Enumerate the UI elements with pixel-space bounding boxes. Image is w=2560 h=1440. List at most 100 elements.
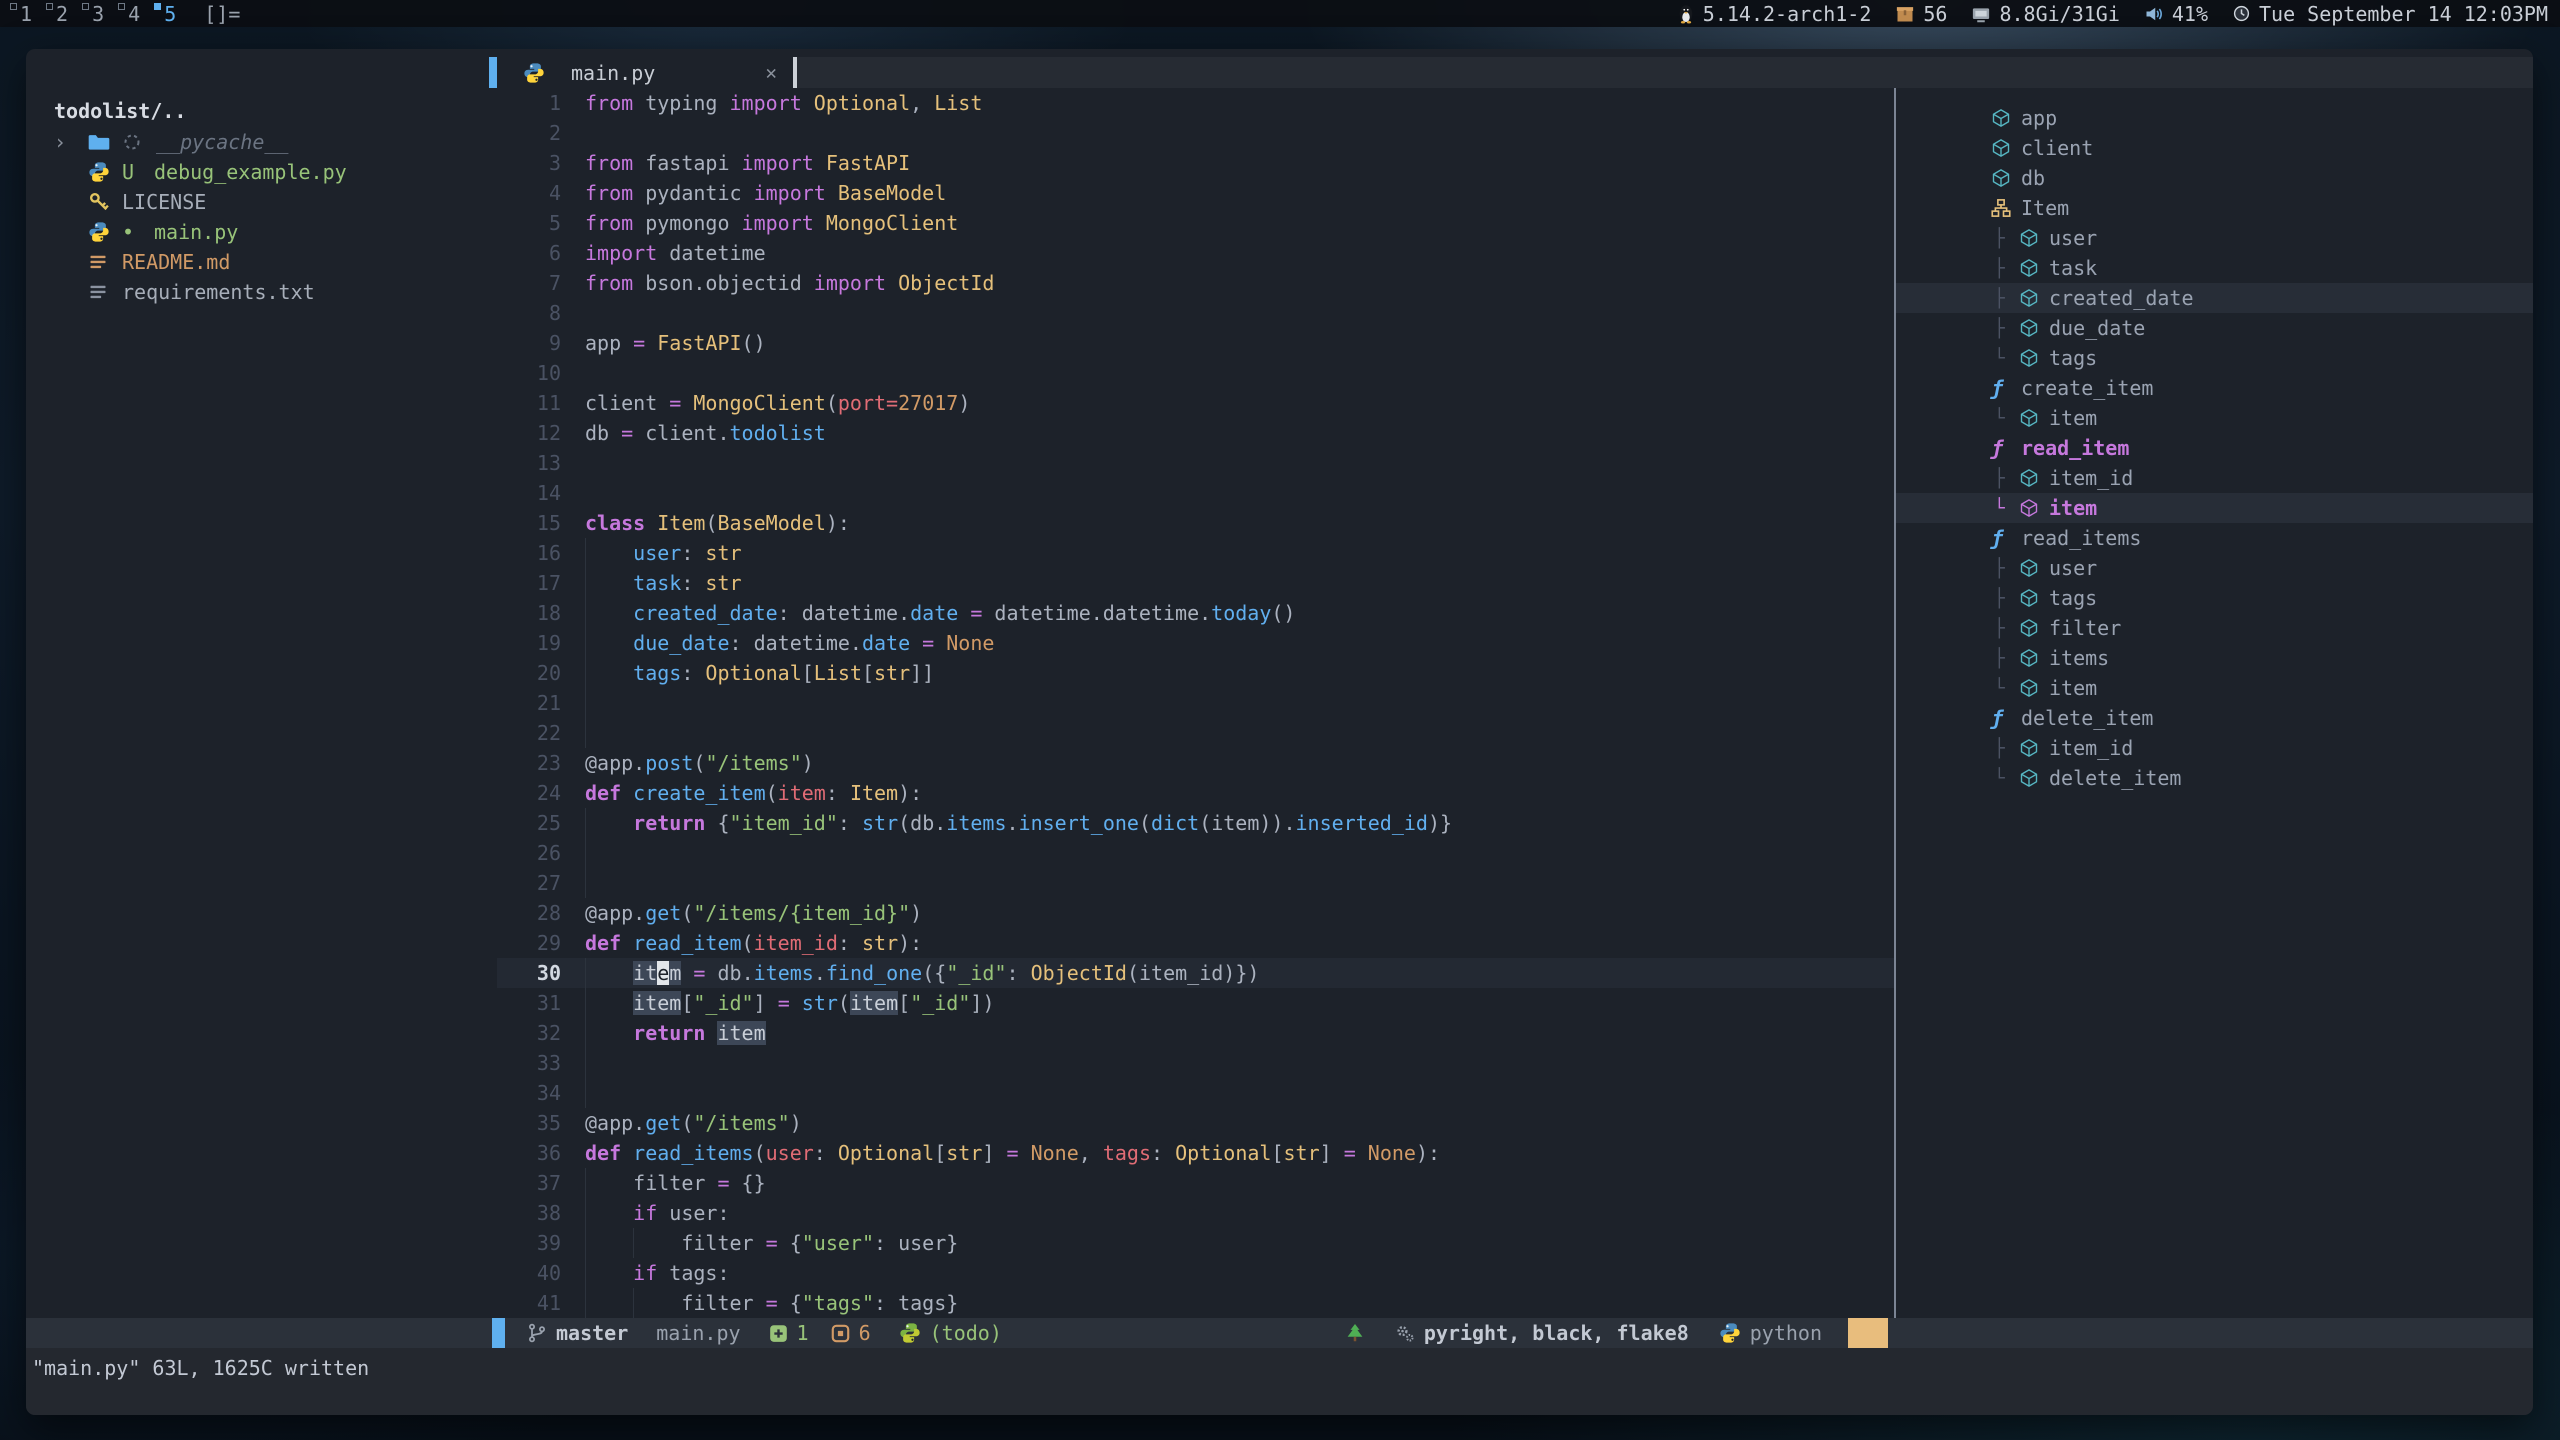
code-line-16[interactable]: 16 user: str	[497, 538, 1894, 568]
code-editor[interactable]: 1from typing import Optional, List23from…	[497, 88, 1894, 1318]
symbol-item[interactable]: └item	[1896, 403, 2533, 433]
code-line-23[interactable]: 23@app.post("/items")	[497, 748, 1894, 778]
code-line-20[interactable]: 20 tags: Optional[List[str]]	[497, 658, 1894, 688]
code-line-2[interactable]: 2	[497, 118, 1894, 148]
workspace-5[interactable]: 5	[154, 1, 176, 27]
file-explorer-root[interactable]: todolist/..	[54, 95, 489, 127]
tab-main-py[interactable]: main.py ✕	[497, 57, 793, 88]
symbol-item[interactable]: └item	[1896, 673, 2533, 703]
symbol-label: task	[2049, 256, 2097, 280]
code-line-29[interactable]: 29def read_item(item_id: str):	[497, 928, 1894, 958]
symbol-read_items[interactable]: ƒread_items	[1896, 523, 2533, 553]
file-explorer: todolist/.. ›__pycache__ Udebug_example.…	[26, 88, 489, 1318]
symbol-item[interactable]: └item	[1896, 493, 2533, 523]
symbol-created_date[interactable]: ├created_date	[1896, 283, 2533, 313]
line-number: 7	[497, 268, 561, 298]
code-line-13[interactable]: 13	[497, 448, 1894, 478]
symbol-items[interactable]: ├items	[1896, 643, 2533, 673]
line-number: 25	[497, 808, 561, 838]
line-number: 40	[497, 1258, 561, 1288]
code-line-1[interactable]: 1from typing import Optional, List	[497, 88, 1894, 118]
workspace-3[interactable]: 3	[82, 1, 104, 27]
symbol-client[interactable]: client	[1896, 133, 2533, 163]
code-line-36[interactable]: 36def read_items(user: Optional[str] = N…	[497, 1138, 1894, 1168]
file-name: requirements.txt	[122, 280, 315, 304]
code-line-37[interactable]: 37 filter = {}	[497, 1168, 1894, 1198]
code-line-34[interactable]: 34	[497, 1078, 1894, 1108]
file-item-debug-example-py[interactable]: Udebug_example.py	[54, 157, 489, 187]
tree-connector: ├	[1994, 258, 2019, 279]
line-number: 15	[497, 508, 561, 538]
cursor-block: e	[657, 961, 669, 985]
workspace-1[interactable]: 1	[10, 1, 32, 27]
code-line-40[interactable]: 40 if tags:	[497, 1258, 1894, 1288]
code-line-26[interactable]: 26	[497, 838, 1894, 868]
volume-icon	[2144, 4, 2164, 24]
symbol-user[interactable]: ├user	[1896, 223, 2533, 253]
code-line-35[interactable]: 35@app.get("/items")	[497, 1108, 1894, 1138]
code-line-14[interactable]: 14	[497, 478, 1894, 508]
code-line-41[interactable]: 41 filter = {"tags": tags}	[497, 1288, 1894, 1318]
code-line-27[interactable]: 27	[497, 868, 1894, 898]
tab-close-icon[interactable]: ✕	[766, 62, 777, 84]
symbol-delete_item[interactable]: └delete_item	[1896, 763, 2533, 793]
symbol-user[interactable]: ├user	[1896, 553, 2533, 583]
code-line-8[interactable]: 8	[497, 298, 1894, 328]
code-line-17[interactable]: 17 task: str	[497, 568, 1894, 598]
code-line-7[interactable]: 7from bson.objectid import ObjectId	[497, 268, 1894, 298]
workspace-4[interactable]: 4	[118, 1, 140, 27]
code-line-11[interactable]: 11client = MongoClient(port=27017)	[497, 388, 1894, 418]
code-line-19[interactable]: 19 due_date: datetime.date = None	[497, 628, 1894, 658]
code-line-28[interactable]: 28@app.get("/items/{item_id}")	[497, 898, 1894, 928]
symbol-db[interactable]: db	[1896, 163, 2533, 193]
modified-count: 6	[859, 1321, 871, 1345]
symbol-delete_item[interactable]: ƒdelete_item	[1896, 703, 2533, 733]
file-item--pycache-[interactable]: ›__pycache__	[54, 127, 489, 157]
code-line-24[interactable]: 24def create_item(item: Item):	[497, 778, 1894, 808]
symbol-read_item[interactable]: ƒread_item	[1896, 433, 2533, 463]
file-item-readme-md[interactable]: README.md	[54, 247, 489, 277]
symbol-app[interactable]: app	[1896, 103, 2533, 133]
file-item-requirements-txt[interactable]: requirements.txt	[54, 277, 489, 307]
code-line-21[interactable]: 21	[497, 688, 1894, 718]
code-line-39[interactable]: 39 filter = {"user": user}	[497, 1228, 1894, 1258]
symbol-Item[interactable]: Item	[1896, 193, 2533, 223]
indent-guide	[585, 1288, 586, 1318]
symbol-item_id[interactable]: ├item_id	[1896, 463, 2533, 493]
symbol-tags[interactable]: ├tags	[1896, 583, 2533, 613]
code-line-5[interactable]: 5from pymongo import MongoClient	[497, 208, 1894, 238]
code-line-22[interactable]: 22	[497, 718, 1894, 748]
symbol-due_date[interactable]: ├due_date	[1896, 313, 2533, 343]
python-venv-icon	[899, 1322, 921, 1344]
indent-guide	[585, 1078, 586, 1108]
code-line-33[interactable]: 33	[497, 1048, 1894, 1078]
file-item-license[interactable]: LICENSE	[54, 187, 489, 217]
symbol-filter[interactable]: ├filter	[1896, 613, 2533, 643]
symbol-label: user	[2049, 556, 2097, 580]
code-line-25[interactable]: 25 return {"item_id": str(db.items.inser…	[497, 808, 1894, 838]
workspace-2[interactable]: 2	[46, 1, 68, 27]
code-line-30[interactable]: 30 item = db.items.find_one({"_id": Obje…	[497, 958, 1894, 988]
symbol-tags[interactable]: └tags	[1896, 343, 2533, 373]
status-memory: 8.8Gi/31Gi	[1971, 2, 2119, 26]
code-line-38[interactable]: 38 if user:	[497, 1198, 1894, 1228]
tree-connector: ├	[1994, 468, 2019, 489]
file-name: debug_example.py	[154, 160, 347, 184]
code-line-12[interactable]: 12db = client.todolist	[497, 418, 1894, 448]
line-number: 37	[497, 1168, 561, 1198]
indent-guide	[585, 1018, 586, 1048]
code-line-6[interactable]: 6import datetime	[497, 238, 1894, 268]
tree-connector: └	[1994, 498, 2019, 519]
code-line-15[interactable]: 15class Item(BaseModel):	[497, 508, 1894, 538]
code-line-18[interactable]: 18 created_date: datetime.date = datetim…	[497, 598, 1894, 628]
symbol-create_item[interactable]: ƒcreate_item	[1896, 373, 2533, 403]
code-line-3[interactable]: 3from fastapi import FastAPI	[497, 148, 1894, 178]
code-line-9[interactable]: 9app = FastAPI()	[497, 328, 1894, 358]
code-line-31[interactable]: 31 item["_id"] = str(item["_id"])	[497, 988, 1894, 1018]
symbol-item_id[interactable]: ├item_id	[1896, 733, 2533, 763]
code-line-4[interactable]: 4from pydantic import BaseModel	[497, 178, 1894, 208]
symbol-task[interactable]: ├ task	[1896, 253, 2533, 283]
code-line-32[interactable]: 32 return item	[497, 1018, 1894, 1048]
code-line-10[interactable]: 10	[497, 358, 1894, 388]
file-item-main-py[interactable]: •main.py	[54, 217, 489, 247]
